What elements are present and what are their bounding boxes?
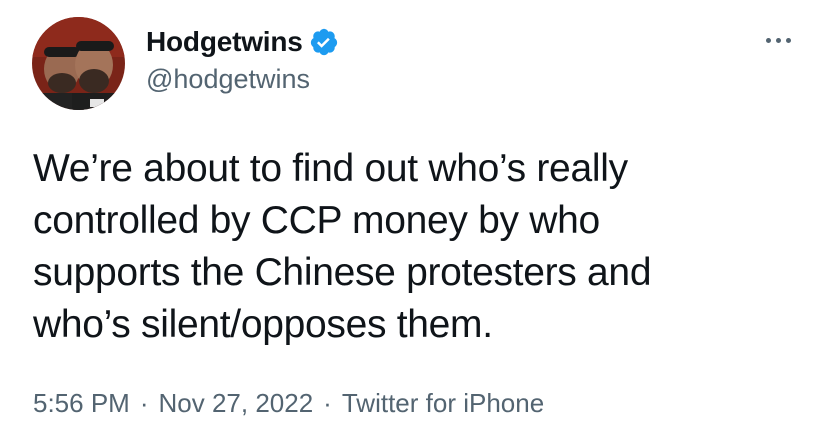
avatar-image xyxy=(32,17,125,110)
avatar[interactable] xyxy=(32,17,125,110)
display-name[interactable]: Hodgetwins xyxy=(146,26,303,58)
verified-badge-icon xyxy=(309,27,339,57)
separator: · xyxy=(139,388,149,418)
dot xyxy=(775,37,781,43)
tweet-date[interactable]: Nov 27, 2022 xyxy=(159,388,314,419)
tweet-meta: 5:56 PM · Nov 27, 2022 · Twitter for iPh… xyxy=(33,388,544,419)
name-row: Hodgetwins xyxy=(146,24,339,60)
dot xyxy=(785,37,791,43)
handle[interactable]: @hodgetwins xyxy=(146,64,339,95)
tweet-text: We’re about to find out who’s really con… xyxy=(33,147,652,346)
more-options-icon[interactable] xyxy=(758,28,798,52)
tweet-source[interactable]: Twitter for iPhone xyxy=(342,388,544,419)
author-block: Hodgetwins @hodgetwins xyxy=(146,24,339,95)
tweet-card: Hodgetwins @hodgetwins We’re about to fi… xyxy=(0,0,828,446)
dot xyxy=(765,37,771,43)
tweet-time[interactable]: 5:56 PM xyxy=(33,388,130,419)
separator: · xyxy=(323,388,332,418)
